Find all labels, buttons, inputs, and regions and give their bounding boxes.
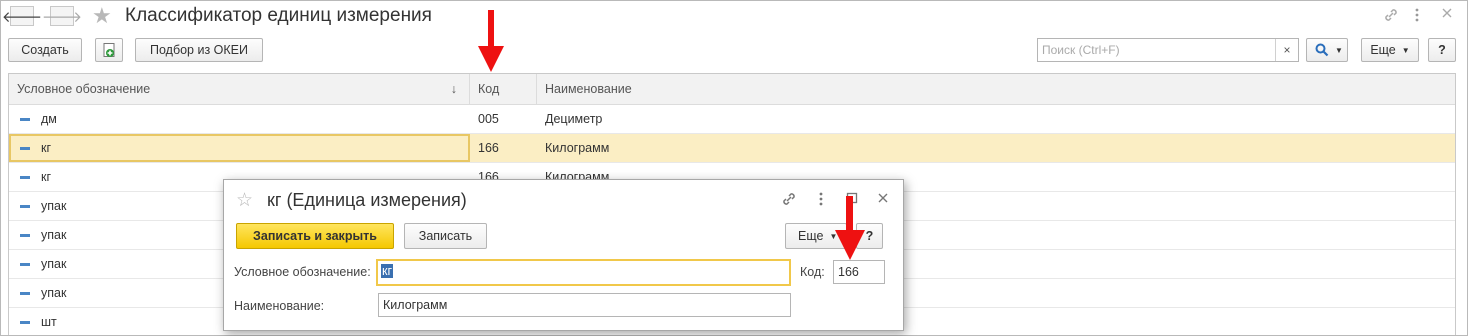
close-icon[interactable]	[877, 191, 889, 209]
search-clear-button[interactable]: ×	[1275, 39, 1298, 61]
annotation-arrow-icon	[835, 196, 865, 260]
cell-code: 005	[478, 112, 499, 126]
search-options-button[interactable]: ▼	[1306, 38, 1348, 62]
dropdown-arrow-icon: ▼	[1401, 45, 1410, 55]
link-icon[interactable]	[781, 191, 797, 212]
search-input[interactable]	[1042, 40, 1278, 60]
search-icon	[1315, 43, 1329, 57]
forward-arrow-icon: 🡒	[41, 8, 83, 26]
column-header-name[interactable]: Наименование	[537, 74, 1455, 104]
select-from-okei-button[interactable]: Подбор из ОКЕИ	[135, 38, 263, 62]
sort-desc-icon: ↓	[450, 82, 457, 96]
search-field[interactable]: ×	[1037, 38, 1299, 62]
more-vertical-icon[interactable]	[818, 191, 824, 212]
document-add-icon	[103, 43, 115, 57]
favorite-star-icon[interactable]: ☆	[236, 189, 253, 212]
more-vertical-icon[interactable]	[1414, 7, 1420, 27]
code-input[interactable]: 166	[833, 260, 885, 284]
dialog-title: кг (Единица измерения)	[267, 190, 467, 210]
cell-name: Килограмм	[545, 141, 610, 155]
close-icon[interactable]	[1441, 7, 1453, 23]
dropdown-arrow-icon: ▼	[1335, 45, 1343, 55]
copy-add-button[interactable]	[95, 38, 123, 62]
link-icon[interactable]	[1383, 7, 1399, 27]
column-header-code[interactable]: Код	[470, 74, 537, 104]
cell-name: Дециметр	[545, 112, 603, 126]
column-header-symbol[interactable]: Условное обозначение ↓	[9, 74, 470, 104]
cell-code: 166	[478, 141, 499, 155]
table-row[interactable]: дм 005 Дециметр	[9, 105, 1455, 134]
forward-button[interactable]: 🡒	[42, 6, 82, 26]
symbol-value: кг	[381, 264, 394, 278]
create-button[interactable]: Создать	[8, 38, 82, 62]
annotation-arrow-icon	[478, 10, 504, 72]
more-label: Еще	[798, 229, 824, 243]
unit-dialog: ☆ кг (Единица измерения) Записать и закр…	[223, 179, 904, 331]
favorite-star-icon[interactable]: ★	[92, 4, 112, 28]
save-button[interactable]: Записать	[404, 223, 487, 249]
code-label: Код:	[800, 265, 825, 279]
page-title: Классификатор единиц измерения	[125, 5, 432, 26]
back-button[interactable]: 🡐	[2, 6, 42, 26]
name-label: Наименование:	[234, 299, 325, 313]
cell-symbol: кг	[9, 134, 470, 162]
more-label: Еще	[1370, 43, 1396, 57]
table-header: Условное обозначение ↓ Код Наименование	[9, 74, 1455, 105]
back-arrow-icon: 🡐	[1, 8, 43, 26]
symbol-label: Условное обозначение:	[234, 265, 371, 279]
symbol-input[interactable]: кг	[376, 259, 791, 286]
more-button[interactable]: Еще ▼	[1361, 38, 1419, 62]
table-row-selected[interactable]: кг 166 Килограмм	[9, 134, 1455, 163]
cell-symbol: дм	[41, 112, 57, 126]
save-and-close-button[interactable]: Записать и закрыть	[236, 223, 394, 249]
help-button[interactable]: ?	[1428, 38, 1456, 62]
name-input[interactable]: Килограмм	[378, 293, 791, 317]
